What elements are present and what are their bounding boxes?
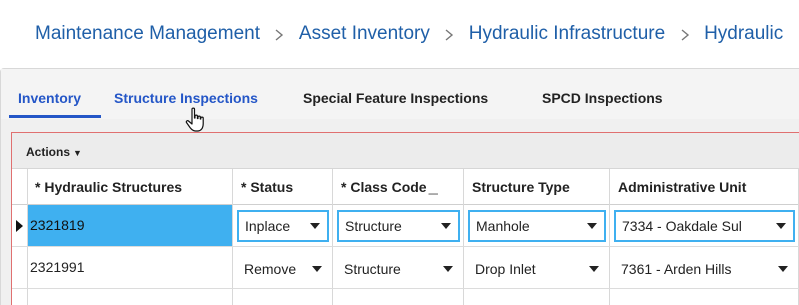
admin-unit-cell: 7334 - Oakdale Sul xyxy=(610,205,799,246)
breadcrumb-hydraulic-current[interactable]: Hydraulic xyxy=(704,23,783,45)
dropdown-arrow-icon xyxy=(443,266,453,272)
admin-unit-value: 7334 - Oakdale Sul xyxy=(622,218,742,234)
column-header-label: * Class Code xyxy=(341,179,427,195)
column-header-class-code[interactable]: * Class Code ▁ xyxy=(333,169,464,205)
dropdown-arrow-icon xyxy=(441,223,451,229)
inventory-grid: Actions ▼ * Hydraulic Structures * Status… xyxy=(11,132,799,305)
table-row[interactable]: 2321819 Inplace Structure Manhole 7334 -… xyxy=(12,205,799,247)
structure-type-value: Drop Inlet xyxy=(475,261,536,277)
dropdown-arrow-icon xyxy=(312,266,322,272)
breadcrumb-asset-inventory[interactable]: Asset Inventory xyxy=(299,23,430,45)
hydraulic-structure-id[interactable]: 2321819 xyxy=(28,205,233,246)
breadcrumb-maintenance-management[interactable]: Maintenance Management xyxy=(35,23,260,45)
class-code-cell: Structure xyxy=(333,205,464,246)
hydraulic-structure-id[interactable] xyxy=(28,289,233,305)
admin-unit-dropdown[interactable]: 7361 - Arden Hills xyxy=(612,252,797,284)
status-value: Remove xyxy=(244,261,297,277)
class-code-cell: Structure xyxy=(333,247,464,288)
column-header-label: Structure Type xyxy=(472,179,570,195)
row-indicator xyxy=(12,205,28,246)
status-dropdown[interactable]: Inplace xyxy=(237,210,329,242)
tab-bar: Inventory Structure Inspections Special … xyxy=(1,69,799,132)
structure-type-cell: Drop Inlet xyxy=(464,247,610,288)
class-code-dropdown[interactable]: Structure xyxy=(337,210,460,242)
class-code-value: Structure xyxy=(344,261,401,277)
dropdown-arrow-icon xyxy=(776,223,786,229)
sort-icon: ▁ xyxy=(428,181,438,195)
column-header-hydraulic-structures[interactable]: * Hydraulic Structures xyxy=(28,169,233,205)
dropdown-arrow-icon xyxy=(589,266,599,272)
tab-spcd-inspections[interactable]: SPCD Inspections xyxy=(542,90,663,106)
structure-type-dropdown[interactable]: Drop Inlet xyxy=(466,252,608,284)
grid-toolbar: Actions ▼ xyxy=(12,133,799,169)
class-code-cell xyxy=(333,289,464,305)
column-header-structure-type[interactable]: Structure Type xyxy=(464,169,610,205)
hydraulic-structure-id[interactable]: 2321991 xyxy=(28,247,233,288)
structure-type-cell xyxy=(464,289,610,305)
class-code-dropdown[interactable]: Structure xyxy=(335,252,462,284)
table-row[interactable]: 2321991 Remove Structure Drop Inlet 7361… xyxy=(12,247,799,289)
breadcrumb-hydraulic-infrastructure[interactable]: Hydraulic Infrastructure xyxy=(469,23,665,45)
dropdown-arrow-icon xyxy=(778,266,788,272)
grid-header-row: * Hydraulic Structures * Status * Class … xyxy=(12,169,799,205)
actions-label: Actions xyxy=(26,145,71,159)
column-header-administrative-unit[interactable]: Administrative Unit xyxy=(610,169,799,205)
tab-special-feature-inspections[interactable]: Special Feature Inspections xyxy=(303,90,488,106)
chevron-right-icon xyxy=(264,24,294,45)
structure-type-value: Manhole xyxy=(476,218,530,234)
tab-inventory[interactable]: Inventory xyxy=(18,90,81,106)
column-header-label: Administrative Unit xyxy=(618,179,747,195)
tab-structure-inspections[interactable]: Structure Inspections xyxy=(114,90,258,106)
class-code-value: Structure xyxy=(345,218,402,234)
breadcrumb: Maintenance Management Asset Inventory H… xyxy=(0,0,799,68)
actions-menu[interactable]: Actions ▼ xyxy=(26,145,82,159)
dropdown-arrow-icon xyxy=(587,223,597,229)
row-indicator-header xyxy=(12,169,28,205)
structure-type-cell: Manhole xyxy=(464,205,610,246)
row-indicator xyxy=(12,247,28,288)
admin-unit-cell xyxy=(610,289,799,305)
column-header-status[interactable]: * Status xyxy=(233,169,333,205)
active-tab-indicator xyxy=(9,115,101,118)
admin-unit-value: 7361 - Arden Hills xyxy=(621,261,732,277)
dropdown-arrow-icon xyxy=(310,223,320,229)
row-indicator xyxy=(12,289,28,305)
structure-type-dropdown[interactable]: Manhole xyxy=(468,210,606,242)
chevron-right-icon xyxy=(434,24,464,45)
caret-down-icon: ▼ xyxy=(73,148,82,158)
admin-unit-cell: 7361 - Arden Hills xyxy=(610,247,799,288)
status-cell: Remove xyxy=(233,247,333,288)
table-row[interactable] xyxy=(12,289,799,305)
current-row-arrow-icon xyxy=(16,220,23,232)
admin-unit-dropdown[interactable]: 7334 - Oakdale Sul xyxy=(614,210,795,242)
status-dropdown[interactable]: Remove xyxy=(235,252,331,284)
column-header-label: * Hydraulic Structures xyxy=(35,179,183,195)
status-value: Inplace xyxy=(245,218,291,234)
status-cell: Inplace xyxy=(233,205,333,246)
column-header-label: * Status xyxy=(241,179,294,195)
status-cell xyxy=(233,289,333,305)
chevron-right-icon xyxy=(670,24,700,45)
tab-panel: Inventory Structure Inspections Special … xyxy=(0,68,799,305)
